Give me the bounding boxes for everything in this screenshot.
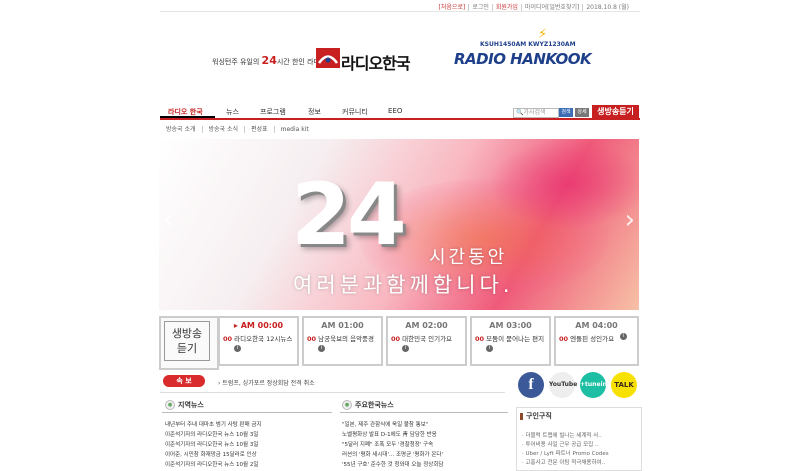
info-icon[interactable]: i: [620, 333, 627, 340]
divider: [340, 412, 508, 413]
hero-color-blob: [489, 139, 639, 229]
breaking-news-headline[interactable]: › 트럼프, 싱가포르 정상회담 전격 취소: [218, 378, 315, 387]
facebook-icon[interactable]: f: [518, 372, 544, 398]
leaf-icon: ●: [165, 400, 175, 410]
schedule-slot[interactable]: AM 02:00 00 대한민국 인기가요 i: [386, 316, 467, 366]
slot-program: 00 남궁욱보의 음악풍경: [307, 335, 375, 343]
next-arrow-icon[interactable]: ›: [625, 205, 635, 235]
search-button[interactable]: 검색: [559, 108, 573, 117]
tagline-24: 24: [261, 54, 277, 67]
link-find-id[interactable]: 마이디어[일번호찾기]: [521, 4, 584, 11]
slot-time: AM 02:00: [405, 321, 448, 330]
list-item[interactable]: 이준석기자의 라디오한국 뉴스 10월 3일: [165, 430, 262, 440]
slot-time: AM 04:00: [575, 321, 618, 330]
header-tagline: 워싱턴주 유일의 24시간 한인 라디오: [212, 54, 327, 67]
subnav-about[interactable]: 방송국 소개: [160, 126, 203, 133]
live-listen-label: 생방송 듣기: [164, 321, 210, 361]
list-item[interactable]: "5달러 지폐" 조폭 모두 '경찰청장' 구속: [342, 440, 443, 450]
radio-logo-icon[interactable]: [316, 48, 340, 68]
logo-english[interactable]: RADIO HANKOOK: [454, 50, 592, 68]
youtube-icon[interactable]: YouTube: [549, 372, 577, 398]
hero-big-number: 24: [291, 165, 407, 265]
slot-program: 00 대한민국 인기가요: [391, 335, 453, 343]
divider: [160, 392, 505, 393]
slot-time: AM 03:00: [489, 321, 532, 330]
slot-time: AM 01:00: [321, 321, 364, 330]
current-date: 2018.10.8 (월): [586, 4, 629, 11]
list-item[interactable]: · 고홍사고 전문 이팀 적극채용하여..: [522, 459, 609, 468]
top-bar: [처음으로] 로그인 회원가입 마이디어[일번호찾기] 2018.10.8 (월): [160, 0, 640, 12]
list-item[interactable]: 이준석기자의 라디오한국 뉴스 10월 3일: [165, 440, 262, 450]
list-item[interactable]: "일본, 제주 관함식에 욱일 불참 통보": [342, 420, 443, 430]
list-item[interactable]: 러션의 '평화 새시대'... 조명균 '평화가 온다': [342, 450, 443, 460]
breaking-news-tag: 속 보: [163, 375, 205, 387]
schedule-slot[interactable]: AM 01:00 00 남궁욱보의 음악풍경 i: [302, 316, 383, 366]
subnav-media-kit[interactable]: media kit: [275, 126, 315, 133]
local-news-list: 내년부터 주내 대마초 범기 사탕 판매 금지 이준석기자의 라디오한국 뉴스 …: [165, 420, 262, 470]
subnav-schedule[interactable]: 편성표: [245, 126, 275, 133]
info-icon[interactable]: i: [234, 345, 241, 352]
list-item[interactable]: 내년부터 주내 대마초 범기 사탕 판매 금지: [165, 420, 262, 430]
subnav-news[interactable]: 방송국 소식: [202, 126, 246, 133]
list-item[interactable]: · 투어비용 사일 근무 공급 모집 ..: [522, 441, 609, 450]
hero-banner[interactable]: 24 시간동안 여러분과함께합니다. ‹ ›: [159, 139, 639, 310]
schedule-slot[interactable]: AM 03:00 00 모둠이 묻어나는 편지 i: [470, 316, 551, 366]
sub-nav: 방송국 소개 방송국 소식 편성표 media kit: [160, 124, 640, 134]
prev-arrow-icon[interactable]: ‹: [163, 205, 173, 235]
korea-news-title: ● 주요한국뉴스: [342, 400, 394, 410]
frequency-info: KSUH1450AM KWYZ1230AM: [480, 41, 576, 48]
nav-eeo[interactable]: EEO: [388, 107, 402, 115]
slot-program: 00 라디오한국 12시뉴스: [223, 335, 293, 343]
detail-search-button[interactable]: 상세: [575, 108, 589, 117]
list-item[interactable]: 이어준, 시민참 화재망금 15달러로 인상: [165, 450, 262, 460]
live-listen-box[interactable]: 생방송 듣기: [159, 316, 219, 370]
nav-news[interactable]: 뉴스: [226, 107, 239, 117]
list-item[interactable]: · Uber / Lyft 파트너 Promo Codes: [522, 450, 609, 459]
divider: [162, 412, 332, 413]
search-input[interactable]: 🔍가사검색: [513, 108, 559, 118]
globe-icon: ●: [342, 400, 352, 410]
schedule-slot[interactable]: AM 04:00 00 엔돌핀 성인가요 i: [554, 316, 639, 366]
list-item[interactable]: · 더블럭 트랩에 빌나는 세계적 사..: [522, 432, 609, 441]
slot-program: 00 모둠이 묻어나는 편지: [475, 335, 545, 343]
slot-time: ▸ AM 00:00: [233, 321, 284, 330]
info-icon[interactable]: i: [486, 345, 493, 352]
jobs-title[interactable]: 구인구직: [520, 411, 552, 421]
info-icon[interactable]: i: [402, 345, 409, 352]
slot-program: 00 엔돌핀 성인가요: [559, 335, 615, 343]
lightning-icon: ⚡: [538, 27, 548, 42]
top-links: [처음으로] 로그인 회원가입 마이디어[일번호찾기] 2018.10.8 (월): [435, 2, 632, 11]
local-news-title: ● 지역뉴스: [165, 400, 204, 410]
nav-info[interactable]: 정보: [308, 107, 321, 117]
nav-program[interactable]: 프로그램: [260, 107, 286, 117]
kakaotalk-icon[interactable]: TALK: [611, 372, 637, 398]
link-home[interactable]: [처음으로]: [435, 4, 470, 11]
logo-korean[interactable]: 라디오한국: [341, 50, 411, 74]
tunein-icon[interactable]: +tunein: [580, 372, 607, 398]
nav-active-underline: [160, 116, 215, 118]
hero-subtitle-2: 여러분과함께합니다.: [293, 273, 514, 297]
korea-news-list: "일본, 제주 관함식에 욱일 불참 통보" 노벨평화상 발표 D-1에도 靑 …: [342, 420, 443, 470]
info-icon[interactable]: i: [318, 345, 325, 352]
jobs-list: · 더블럭 트랩에 빌나는 세계적 사.. · 투어비용 사일 근무 공급 모집…: [522, 432, 609, 468]
list-item[interactable]: 노벨평화상 발표 D-1에도 靑 담담한 반응: [342, 430, 443, 440]
link-login[interactable]: 로그인: [469, 4, 493, 11]
link-signup[interactable]: 회원가입: [492, 4, 522, 11]
nav-community[interactable]: 커뮤니티: [342, 107, 368, 117]
hero-subtitle-1: 시간동안: [429, 247, 508, 268]
live-listen-button[interactable]: 생방송듣기: [592, 105, 639, 119]
schedule-slot[interactable]: ▸ AM 00:00 00 라디오한국 12시뉴스 i: [218, 316, 299, 366]
